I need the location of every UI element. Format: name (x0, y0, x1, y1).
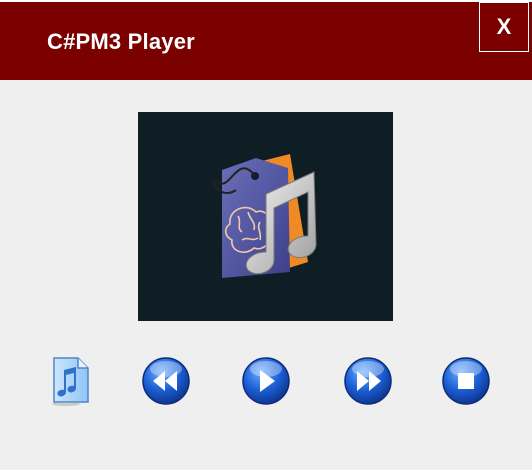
play-icon (242, 357, 290, 405)
top-edge (0, 0, 532, 2)
rewind-icon (142, 357, 190, 405)
album-artwork (138, 112, 393, 321)
close-button[interactable]: X (479, 2, 529, 52)
stop-icon (442, 357, 490, 405)
play-button[interactable] (241, 354, 291, 408)
music-file-icon (52, 357, 89, 406)
rewind-button[interactable] (141, 354, 191, 408)
stop-button[interactable] (441, 354, 491, 408)
music-tag-brain-icon (213, 154, 317, 278)
fast-forward-button[interactable] (343, 354, 393, 408)
fast-forward-icon (344, 357, 392, 405)
playlist-button[interactable] (44, 354, 94, 408)
window-title: C#PM3 Player (47, 29, 195, 54)
